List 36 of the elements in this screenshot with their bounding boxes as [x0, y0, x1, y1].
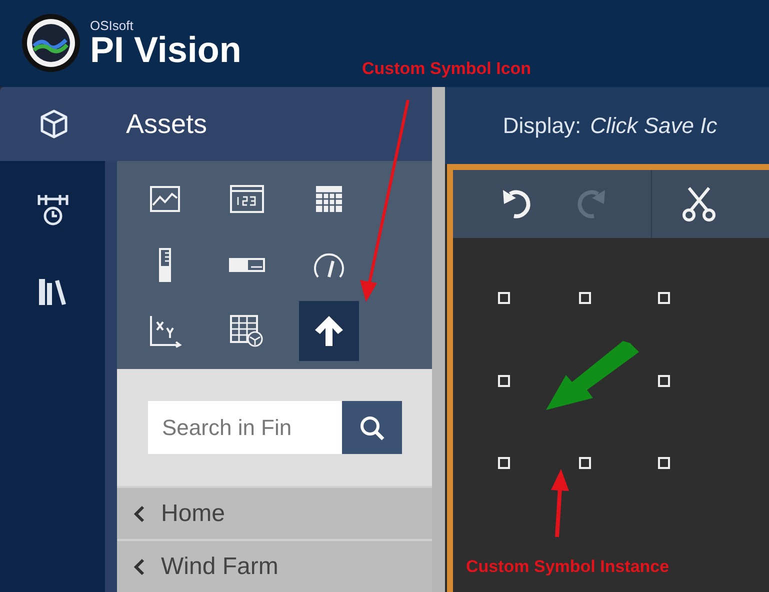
breadcrumb-item[interactable]: Home: [117, 486, 432, 539]
display-name: Click Save Ic: [590, 112, 718, 140]
selection-handle[interactable]: [658, 456, 670, 469]
cube-icon: [40, 108, 68, 139]
display-label: Display:: [502, 112, 582, 140]
horizontal-gauge-icon: [229, 258, 265, 272]
assets-bar[interactable]: Assets: [0, 86, 432, 161]
chevron-left-icon: [133, 504, 145, 522]
table-icon: [315, 185, 343, 213]
annotation-arrow: [551, 469, 569, 538]
up-arrow-icon: [313, 314, 345, 348]
asset-table-icon: [230, 315, 264, 347]
value-display-icon: [230, 185, 264, 213]
selection-handle[interactable]: [658, 374, 670, 387]
trend-chart-icon: [150, 186, 180, 212]
search-icon: [359, 414, 385, 440]
xy-plot-icon: [148, 314, 182, 348]
arrow-symbol[interactable]: [546, 340, 639, 410]
chevron-left-icon: [133, 558, 145, 576]
vertical-gauge-icon: [159, 248, 171, 282]
app-title: PI Vision: [90, 32, 242, 68]
scissors-icon: [680, 186, 717, 222]
selection-handle[interactable]: [498, 374, 510, 387]
symbol-button[interactable]: [299, 301, 359, 361]
search-field[interactable]: Search in Fin: [148, 401, 342, 454]
search-button[interactable]: [342, 401, 402, 454]
selection-handle[interactable]: [578, 292, 591, 304]
logo-icon: [20, 12, 82, 74]
breadcrumb-item[interactable]: Wind Farm: [117, 539, 432, 592]
selection-handle[interactable]: [498, 292, 510, 304]
selection-handle[interactable]: [578, 456, 591, 469]
annotation-label: Custom Symbol Icon: [362, 60, 532, 77]
vendor-name: OSIsoft: [90, 18, 134, 32]
selection-handle[interactable]: [658, 292, 670, 304]
annotation-label: Custom Symbol Instance: [466, 558, 670, 575]
selection-handle[interactable]: [498, 456, 510, 469]
